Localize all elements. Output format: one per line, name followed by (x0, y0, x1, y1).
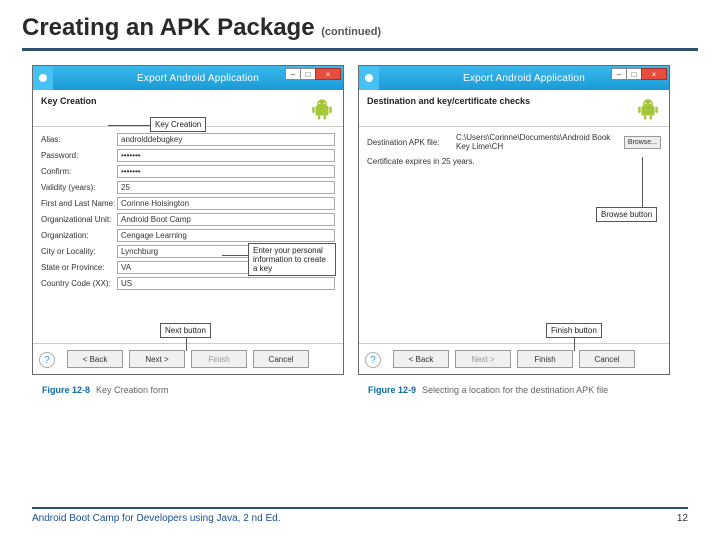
next-button[interactable]: Next > (455, 350, 511, 368)
state-label: State or Province: (41, 263, 117, 272)
confirm-field[interactable]: ••••••• (117, 165, 335, 178)
callout-key-creation: Key Creation (150, 117, 206, 132)
country-field[interactable]: US (117, 277, 335, 290)
cancel-button[interactable]: Cancel (579, 350, 635, 368)
password-label: Password: (41, 151, 117, 160)
callout-finish: Finish button (546, 323, 602, 338)
header-title: Key Creation (41, 96, 309, 106)
wizard-icon (33, 66, 53, 90)
back-button[interactable]: < Back (393, 350, 449, 368)
maximize-button[interactable]: □ (626, 68, 642, 80)
name-label: First and Last Name: (41, 199, 117, 208)
validity-label: Validity (years): (41, 183, 117, 192)
org-field[interactable]: Cengage Learning (117, 229, 335, 242)
android-icon (309, 96, 335, 122)
minimize-button[interactable]: – (285, 68, 301, 80)
validity-field[interactable]: 25 (117, 181, 335, 194)
close-button[interactable]: × (315, 68, 341, 80)
org-label: Organization: (41, 231, 117, 240)
password-field[interactable]: ••••••• (117, 149, 335, 162)
ou-label: Organizational Unit: (41, 215, 117, 224)
title-continued: (continued) (321, 26, 381, 38)
name-field[interactable]: Corinne Hoisington (117, 197, 335, 210)
finish-button[interactable]: Finish (517, 350, 573, 368)
alias-label: Alias: (41, 135, 117, 144)
android-icon (635, 96, 661, 122)
confirm-label: Confirm: (41, 167, 117, 176)
slide-title: Creating an APK Package (continued) (0, 0, 720, 48)
cert-text: Certificate expires in 25 years. (367, 157, 661, 166)
help-icon[interactable]: ? (39, 352, 55, 368)
maximize-button[interactable]: □ (300, 68, 316, 80)
cancel-button[interactable]: Cancel (253, 350, 309, 368)
dest-field[interactable]: C:\Users\Corinne\Documents\Android Book … (456, 133, 621, 151)
next-button[interactable]: Next > (129, 350, 185, 368)
alias-field[interactable]: androiddebugkey (117, 133, 335, 146)
wizard-icon (359, 66, 379, 90)
callout-browse: Browse button (596, 207, 657, 222)
help-icon[interactable]: ? (365, 352, 381, 368)
back-button[interactable]: < Back (67, 350, 123, 368)
dest-label: Destination APK file: (367, 138, 453, 147)
caption-left: Figure 12-8 Key Creation form (32, 381, 344, 395)
title-main: Creating an APK Package (22, 14, 315, 41)
minimize-button[interactable]: – (611, 68, 627, 80)
header-title: Destination and key/certificate checks (367, 96, 635, 106)
country-label: Country Code (XX): (41, 279, 117, 288)
footer-rule (32, 507, 688, 509)
browse-button[interactable]: Browse... (624, 136, 661, 149)
caption-right: Figure 12-9 Selecting a location for the… (358, 381, 670, 395)
figure-number: Figure 12-8 (42, 385, 90, 395)
callout-next: Next button (160, 323, 211, 338)
figure-number: Figure 12-9 (368, 385, 416, 395)
figure-text: Selecting a location for the destination… (422, 385, 608, 395)
ou-field[interactable]: Android Boot Camp (117, 213, 335, 226)
close-button[interactable]: × (641, 68, 667, 80)
city-label: City or Locality: (41, 247, 117, 256)
callout-info: Enter your personal information to creat… (248, 243, 336, 276)
page-number: 12 (677, 513, 688, 524)
title-rule (22, 48, 698, 51)
figure-text: Key Creation form (96, 385, 169, 395)
finish-button[interactable]: Finish (191, 350, 247, 368)
footer-text: Android Boot Camp for Developers using J… (32, 513, 280, 524)
